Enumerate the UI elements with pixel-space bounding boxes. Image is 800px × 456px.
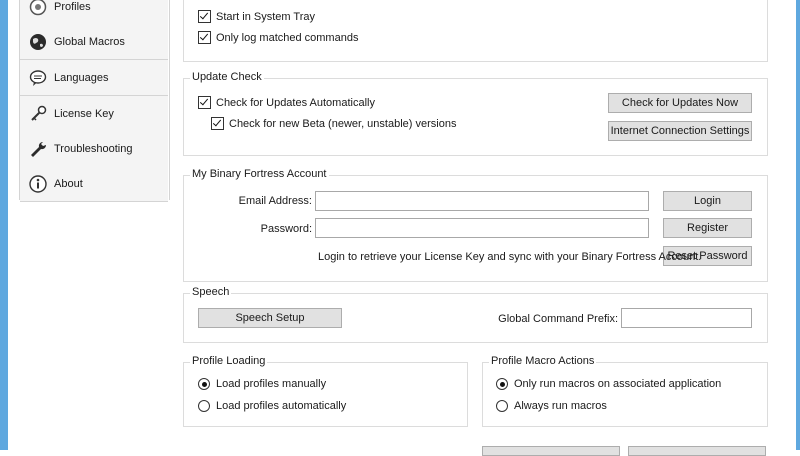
- speech-setup-button[interactable]: Speech Setup: [198, 308, 342, 328]
- window-border-right: [796, 0, 800, 450]
- command-prefix-label: Global Command Prefix:: [498, 313, 618, 325]
- globe-icon: [28, 32, 48, 52]
- radio-circle: [198, 400, 210, 412]
- sidebar-item-global-macros[interactable]: Global Macros: [20, 24, 168, 60]
- login-button[interactable]: Login: [663, 191, 752, 211]
- checkbox-box: [198, 31, 211, 44]
- speech-bubble-icon: [28, 68, 48, 88]
- wrench-icon: [28, 139, 48, 159]
- sidebar-item-label: Profiles: [54, 1, 91, 13]
- profile-loading-group: Profile Loading: [183, 355, 468, 427]
- checkbox-box: [198, 96, 211, 109]
- profile-macro-actions-group: Profile Macro Actions: [482, 355, 768, 427]
- checkbox-label: Check for new Beta (newer, unstable) ver…: [229, 117, 457, 130]
- sidebar-item-license-key[interactable]: License Key: [20, 96, 168, 132]
- password-field[interactable]: [315, 218, 649, 238]
- email-label: Email Address:: [238, 195, 312, 207]
- sidebar-item-label: Global Macros: [54, 35, 125, 48]
- checkbox-label: Check for Updates Automatically: [216, 96, 375, 109]
- group-title: Update Check: [190, 71, 264, 83]
- settings-sidebar: Profiles Global Macros Languages License…: [19, 0, 170, 202]
- dialog-button-right[interactable]: [628, 446, 766, 456]
- radio-label: Load profiles automatically: [216, 400, 347, 412]
- sidebar-item-label: License Key: [54, 107, 114, 120]
- sidebar-item-languages[interactable]: Languages: [20, 60, 168, 96]
- checkbox-label: Only log matched commands: [216, 31, 359, 44]
- run-on-associated-radio[interactable]: Only run macros on associated applicatio…: [496, 378, 721, 390]
- internet-connection-settings-button[interactable]: Internet Connection Settings: [608, 121, 752, 141]
- email-field[interactable]: [315, 191, 649, 211]
- register-button[interactable]: Register: [663, 218, 752, 238]
- only-log-matched-checkbox[interactable]: Only log matched commands: [198, 31, 358, 44]
- password-label: Password:: [260, 223, 312, 235]
- group-title: My Binary Fortress Account: [190, 168, 329, 180]
- radio-circle: [496, 400, 508, 412]
- group-title: Profile Macro Actions: [489, 355, 597, 367]
- checkbox-box: [198, 10, 211, 23]
- command-prefix-field[interactable]: [621, 308, 752, 328]
- always-run-radio[interactable]: Always run macros: [496, 400, 607, 412]
- load-manually-radio[interactable]: Load profiles manually: [198, 378, 326, 390]
- checkbox-label: Start in System Tray: [216, 10, 316, 23]
- dialog-button-left[interactable]: [482, 446, 620, 456]
- start-in-tray-checkbox[interactable]: Start in System Tray: [198, 10, 315, 23]
- load-automatically-radio[interactable]: Load profiles automatically: [198, 400, 346, 412]
- info-icon: [28, 174, 48, 194]
- check-updates-now-button[interactable]: Check for Updates Now: [608, 93, 752, 113]
- sidebar-item-profiles[interactable]: Profiles: [20, 0, 168, 25]
- sidebar-item-troubleshooting[interactable]: Troubleshooting: [20, 131, 168, 167]
- sidebar-item-label: About: [54, 177, 83, 190]
- radio-label: Only run macros on associated applicatio…: [514, 378, 722, 390]
- radio-circle: [198, 378, 210, 390]
- account-info-text: Login to retrieve your License Key and s…: [318, 251, 702, 263]
- window-border-left: [0, 0, 8, 450]
- profiles-icon: [28, 0, 48, 17]
- key-icon: [28, 104, 48, 124]
- sidebar-item-label: Troubleshooting: [54, 142, 133, 155]
- group-title: Speech: [190, 286, 232, 298]
- check-beta-checkbox[interactable]: Check for new Beta (newer, unstable) ver…: [211, 117, 456, 130]
- radio-circle: [496, 378, 508, 390]
- group-title: Profile Loading: [190, 355, 268, 367]
- sidebar-item-label: Languages: [54, 71, 109, 84]
- radio-label: Load profiles manually: [216, 378, 327, 390]
- check-updates-auto-checkbox[interactable]: Check for Updates Automatically: [198, 96, 375, 109]
- sidebar-item-about[interactable]: About: [20, 166, 168, 202]
- checkbox-box: [211, 117, 224, 130]
- radio-label: Always run macros: [514, 400, 607, 412]
